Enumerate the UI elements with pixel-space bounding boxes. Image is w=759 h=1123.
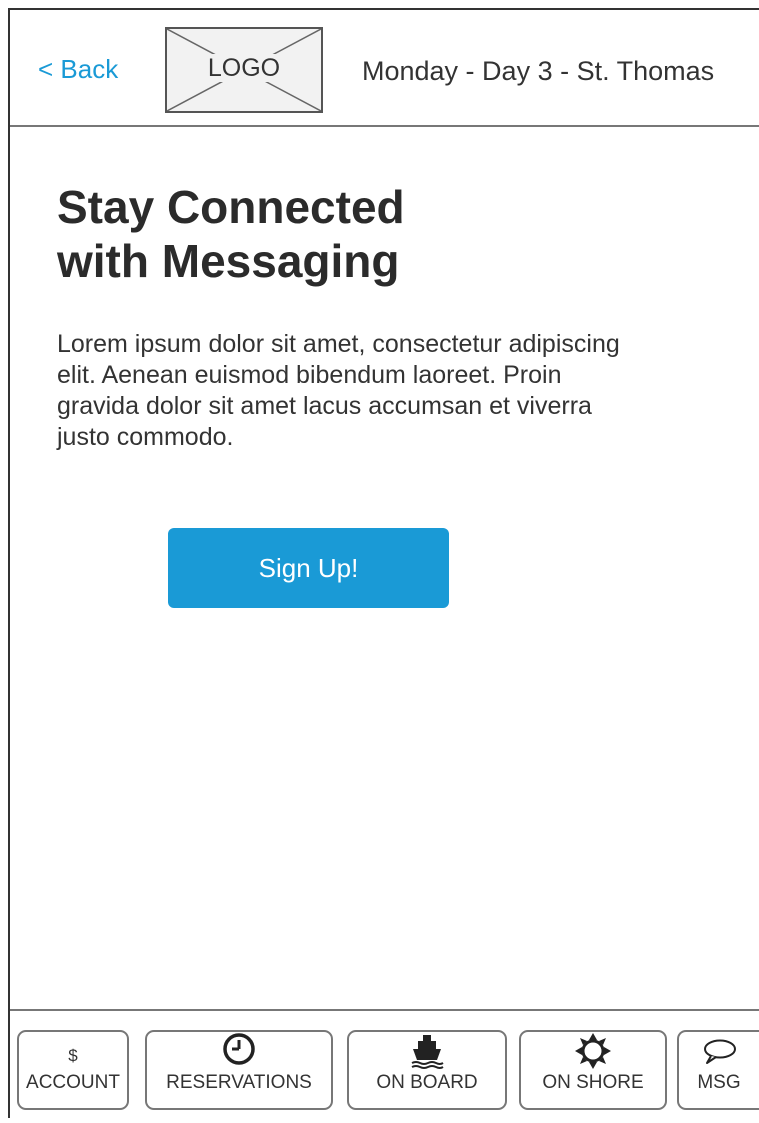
day-title: Monday - Day 3 - St. Thomas (362, 56, 715, 86)
nav-msg-label: MSG (697, 1072, 741, 1093)
nav-on-board-label: ON BOARD (376, 1072, 478, 1093)
dollar-icon: $ (68, 1046, 78, 1065)
ship-icon (411, 1035, 444, 1069)
nav-reservations-button[interactable]: RESERVATIONS (145, 1030, 333, 1110)
page-title: Stay Connected with Messaging (57, 180, 517, 288)
back-link[interactable]: < Back (38, 54, 118, 85)
nav-on-shore-label: ON SHORE (542, 1072, 644, 1093)
sun-icon (575, 1033, 611, 1069)
intro-line: gravida dolor sit amet lacus accumsan et… (57, 392, 592, 420)
clock-icon (223, 1033, 255, 1065)
logo-label: LOGO (203, 54, 285, 82)
nav-account-button[interactable]: $ ACCOUNT (17, 1030, 129, 1110)
speech-bubble-icon (704, 1039, 736, 1064)
intro-line: justo commodo. (57, 423, 234, 451)
nav-msg-button[interactable]: MSG (677, 1030, 759, 1110)
intro-line: Lorem ipsum dolor sit amet, consectetur … (57, 330, 620, 358)
logo-placeholder: LOGO (165, 27, 323, 113)
bottom-nav: $ ACCOUNT RESERVATIONS ON BOARD ON SHORE… (10, 1009, 759, 1123)
page-title-line: Stay Connected (57, 181, 405, 233)
intro-line: elit. Aenean euismod bibendum laoreet. P… (57, 361, 562, 389)
nav-account-label: ACCOUNT (26, 1072, 120, 1093)
page-title-line: with Messaging (57, 235, 400, 287)
intro-paragraph: Lorem ipsum dolor sit amet, consectetur … (57, 329, 657, 453)
sign-up-button[interactable]: Sign Up! (168, 528, 449, 608)
nav-on-board-button[interactable]: ON BOARD (347, 1030, 507, 1110)
nav-on-shore-button[interactable]: ON SHORE (519, 1030, 667, 1110)
header-bar: < Back LOGO Monday - Day 3 - St. Thomas (10, 10, 759, 127)
nav-reservations-label: RESERVATIONS (166, 1072, 312, 1093)
